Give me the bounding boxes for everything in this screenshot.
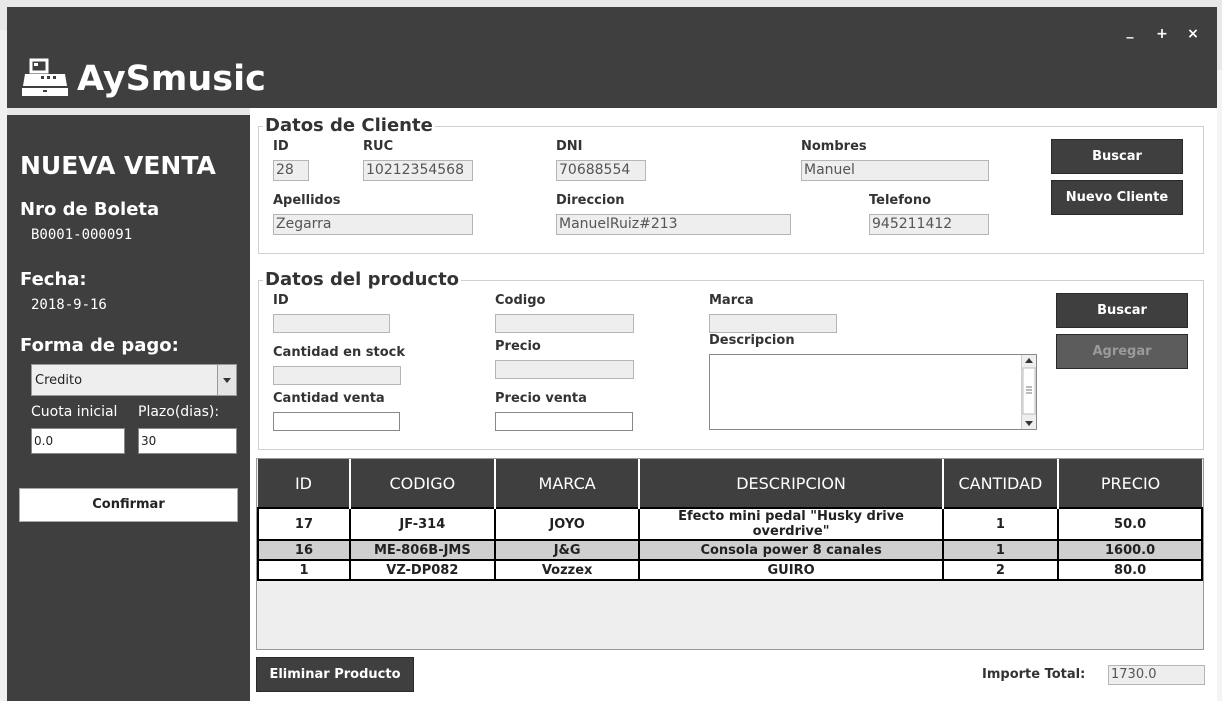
cell-description: Consola power 8 canales (638, 539, 944, 561)
total-label: Importe Total: (982, 667, 1086, 682)
cell-brand: JOYO (493, 507, 641, 541)
sale-qty-input[interactable] (273, 412, 400, 431)
sale-qty-label: Cantidad venta (273, 391, 385, 406)
surnames-field[interactable]: Zegarra (273, 214, 473, 235)
initial-fee-label: Cuota inicial (31, 404, 118, 420)
address-label: Direccion (556, 193, 625, 208)
column-header-price[interactable]: PRECIO (1058, 459, 1202, 508)
cell-quantity: 1 (941, 507, 1060, 541)
sidebar: NUEVA VENTA Nro de Boleta B0001-000091 F… (7, 115, 250, 701)
code-label: Codigo (495, 293, 546, 308)
column-header-id[interactable]: ID (258, 459, 351, 508)
column-header-quantity[interactable]: CANTIDAD (942, 459, 1060, 508)
description-label: Descripcion (709, 333, 795, 348)
table-header-row: ID CODIGO MARCA DESCRIPCION CANTIDAD PRE… (258, 459, 1202, 508)
client-id-field[interactable]: 28 (273, 160, 309, 181)
cell-price: 80.0 (1057, 559, 1203, 581)
term-input[interactable]: 30 (138, 428, 237, 454)
product-search-button[interactable]: Buscar (1056, 293, 1188, 328)
client-id-label: ID (273, 139, 289, 154)
surnames-label: Apellidos (273, 193, 341, 208)
receipt-label: Nro de Boleta (20, 199, 160, 220)
add-product-button[interactable]: Agregar (1056, 334, 1188, 369)
cell-id: 17 (257, 507, 351, 541)
cell-quantity: 1 (941, 539, 1060, 561)
receipt-value: B0001-000091 (31, 227, 133, 243)
confirm-button[interactable]: Confirmar (19, 488, 238, 522)
brand-field[interactable] (709, 314, 837, 333)
product-id-field[interactable] (273, 314, 390, 333)
table-row[interactable]: 16 ME-806B-JMS J&G Consola power 8 canal… (257, 539, 1203, 561)
table-row[interactable]: 17 JF-314 JOYO Efecto mini pedal "Husky … (257, 507, 1203, 541)
cell-description: Efecto mini pedal "Husky drive overdrive… (638, 507, 944, 541)
payment-select[interactable]: Credito (31, 364, 237, 396)
column-header-brand[interactable]: MARCA (494, 459, 641, 508)
dni-field[interactable]: 70688554 (556, 160, 646, 181)
ruc-label: RUC (363, 139, 394, 154)
date-label: Fecha: (20, 269, 87, 290)
cell-brand: J&G (493, 539, 641, 561)
maximize-button[interactable]: + (1153, 27, 1171, 41)
cell-code: VZ-DP082 (348, 559, 496, 581)
minimize-button[interactable]: _ (1121, 24, 1139, 38)
price-label: Precio (495, 339, 541, 354)
main-content: Datos de Cliente ID 28 RUC 10212354568 D… (250, 108, 1217, 701)
total-field: 1730.0 (1108, 665, 1205, 685)
cell-brand: Vozzex (493, 559, 641, 581)
names-field[interactable]: Manuel (801, 160, 989, 181)
cell-price: 1600.0 (1057, 539, 1203, 561)
phone-label: Telefono (869, 193, 932, 208)
price-field[interactable] (495, 360, 634, 379)
column-header-code[interactable]: CODIGO (349, 459, 496, 508)
description-scrollbar[interactable] (1021, 355, 1036, 429)
app-title: AySmusic (77, 59, 266, 99)
sale-heading: NUEVA VENTA (20, 151, 216, 180)
dni-label: DNI (556, 139, 583, 154)
brand-label: Marca (709, 293, 754, 308)
product-panel-title: Datos del producto (263, 269, 462, 290)
background-window-strip-right (1217, 70, 1222, 701)
cell-id: 16 (257, 539, 351, 561)
cell-code: ME-806B-JMS (348, 539, 496, 561)
phone-field[interactable]: 945211412 (869, 214, 989, 235)
stock-field[interactable] (273, 366, 401, 385)
background-window-strip (0, 30, 7, 701)
sale-price-input[interactable] (495, 412, 633, 431)
column-header-description[interactable]: DESCRIPCION (639, 459, 944, 508)
close-button[interactable]: × (1184, 27, 1202, 41)
delete-product-button[interactable]: Eliminar Producto (256, 657, 414, 692)
client-search-button[interactable]: Buscar (1051, 139, 1183, 174)
products-table: ID CODIGO MARCA DESCRIPCION CANTIDAD PRE… (257, 459, 1203, 581)
term-label: Plazo(dias): (138, 404, 220, 420)
names-label: Nombres (801, 139, 867, 154)
description-textarea[interactable] (709, 354, 1037, 430)
chevron-down-icon[interactable] (217, 365, 236, 395)
cash-register-icon (22, 58, 68, 96)
ruc-field[interactable]: 10212354568 (363, 160, 473, 181)
address-field[interactable]: ManuelRuiz#213 (556, 214, 791, 235)
initial-fee-input[interactable]: 0.0 (31, 428, 125, 454)
code-field[interactable] (495, 314, 634, 333)
cell-id: 1 (257, 559, 351, 581)
cell-code: JF-314 (348, 507, 496, 541)
client-panel-title: Datos de Cliente (263, 115, 435, 136)
cell-price: 50.0 (1057, 507, 1203, 541)
table-row[interactable]: 1 VZ-DP082 Vozzex GUIRO 2 80.0 (257, 559, 1203, 581)
title-bar: _ + × AySmusic (7, 7, 1217, 108)
new-client-button[interactable]: Nuevo Cliente (1051, 180, 1183, 215)
cell-description: GUIRO (638, 559, 944, 581)
sale-price-label: Precio venta (495, 391, 587, 406)
payment-label: Forma de pago: (20, 335, 179, 356)
payment-selected-value: Credito (35, 373, 83, 388)
product-id-label: ID (273, 293, 289, 308)
cell-quantity: 2 (941, 559, 1060, 581)
date-value: 2018-9-16 (31, 297, 107, 313)
stock-label: Cantidad en stock (273, 345, 405, 360)
